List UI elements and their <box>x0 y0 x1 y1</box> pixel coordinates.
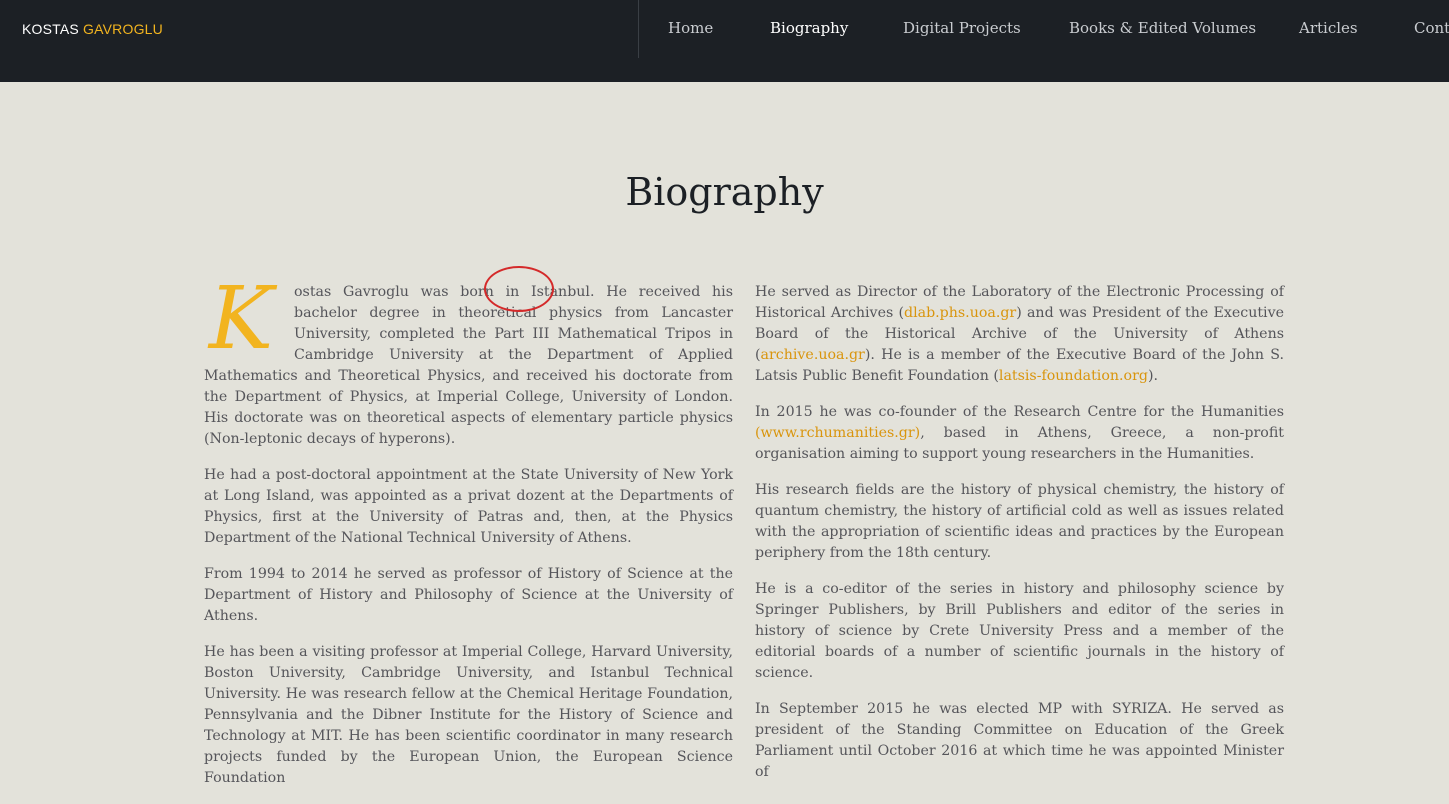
nav-books[interactable]: Books & Edited Volumes <box>1069 19 1256 37</box>
nav-digital-projects[interactable]: Digital Projects <box>903 19 1021 37</box>
link-latsis[interactable]: latsis-foundation.org <box>999 368 1148 384</box>
main-nav: Home Biography Digital Projects Books & … <box>0 0 1449 82</box>
bio-paragraph: In September 2015 he was elected MP with… <box>755 701 1284 780</box>
bio-paragraph: In 2015 he was co-founder of the Researc… <box>755 402 1284 465</box>
bio-text: In 2015 he was co-founder of the Researc… <box>755 404 1284 420</box>
bio-paragraph: From 1994 to 2014 he served as professor… <box>204 566 733 624</box>
bio-paragraph: He has been a visiting professor at Impe… <box>204 644 733 786</box>
red-circle-annotation <box>484 266 554 312</box>
biography-right-column: He served as Director of the Laboratory … <box>755 282 1284 798</box>
bio-text: ). <box>1147 368 1158 384</box>
biography-left-column: Kostas Gavroglu was born in Istanbul. He… <box>204 276 733 804</box>
nav-home[interactable]: Home <box>668 19 713 37</box>
link-dlab[interactable]: dlab.phs.uoa.gr <box>904 305 1016 321</box>
nav-articles[interactable]: Articles <box>1299 19 1358 37</box>
page-title: Biography <box>625 170 824 214</box>
bio-paragraph: He served as Director of the Laboratory … <box>755 282 1284 387</box>
bio-paragraph: He had a post-doctoral appointment at th… <box>204 467 733 546</box>
nav-biography[interactable]: Biography <box>770 19 848 37</box>
bio-paragraph: His research fields are the history of p… <box>755 482 1284 561</box>
bio-paragraph: He is a co-editor of the series in histo… <box>755 581 1284 681</box>
link-archive[interactable]: archive.uoa.gr <box>761 347 865 363</box>
site-header: KOSTAS GAVROGLU Home Biography Digital P… <box>0 0 1449 82</box>
bio-paragraph: Kostas Gavroglu was born in Istanbul. He… <box>204 276 733 450</box>
drop-cap: K <box>208 269 274 369</box>
nav-contact[interactable]: Contact <box>1414 19 1449 37</box>
nav-divider <box>638 0 639 58</box>
link-rchumanities[interactable]: (www.rchumanities.gr) <box>755 425 920 441</box>
bio-text: He received his bachelor degree in theor… <box>204 284 733 447</box>
